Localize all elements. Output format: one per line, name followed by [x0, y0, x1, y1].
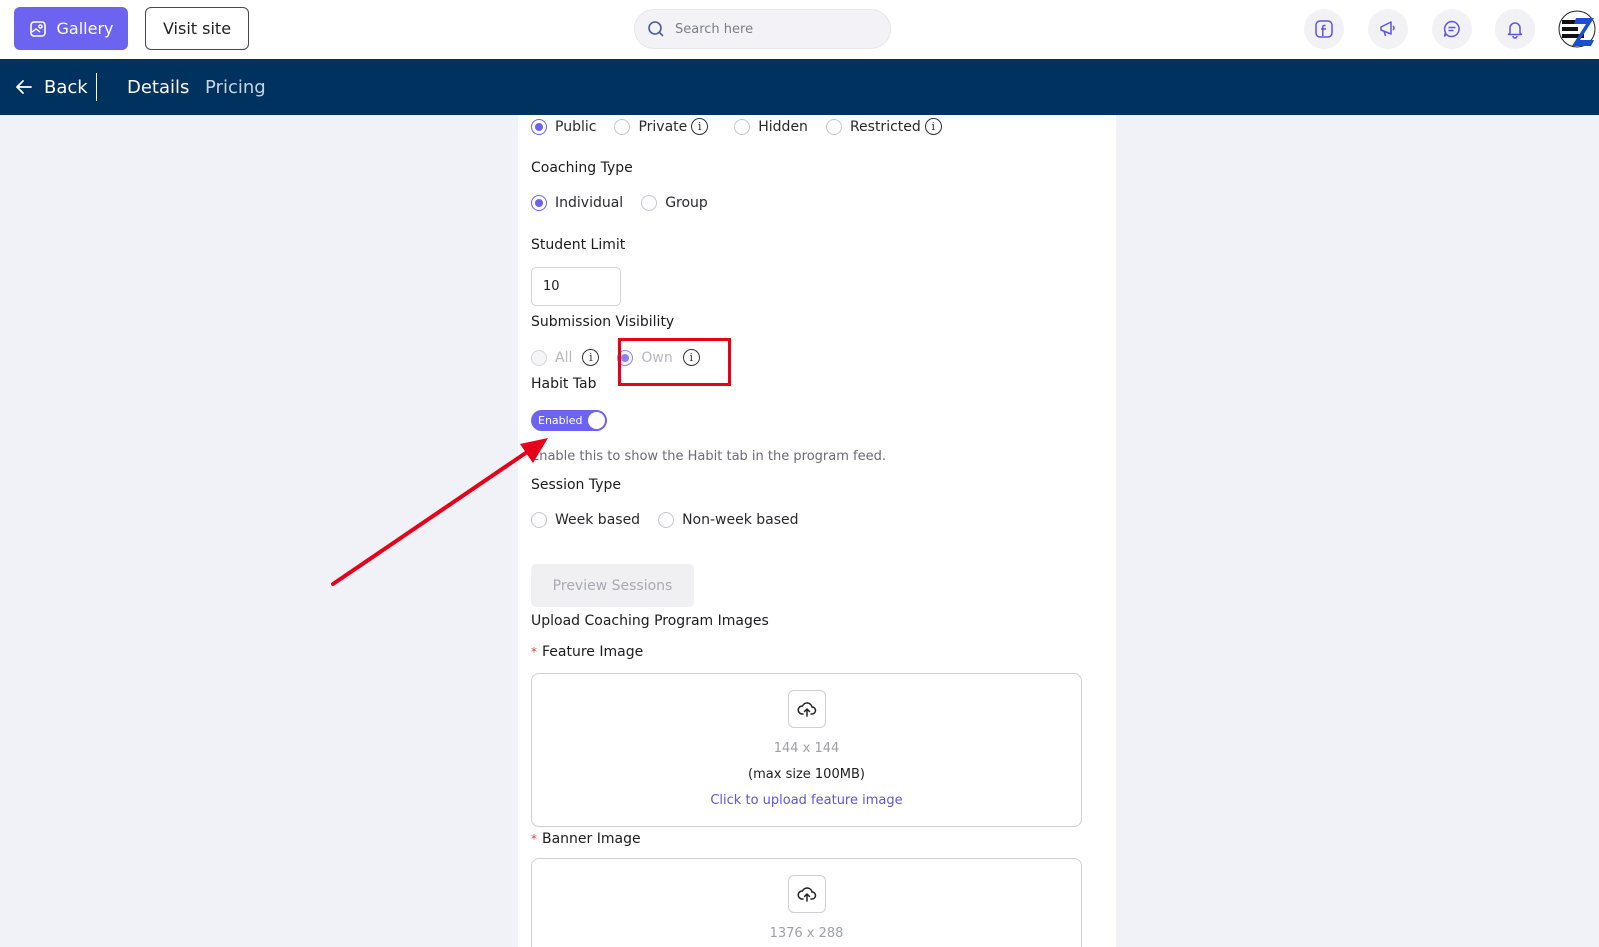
- radio-private[interactable]: [614, 118, 631, 135]
- habit-tab-label: Habit Tab: [531, 376, 597, 392]
- radio-individual[interactable]: [531, 195, 547, 211]
- radio-hidden[interactable]: [734, 118, 751, 135]
- tab-details[interactable]: Details: [127, 59, 189, 115]
- feature-image-label: * Feature Image: [531, 644, 643, 660]
- announcement-button[interactable]: [1368, 9, 1408, 49]
- gallery-button-label: Gallery: [56, 19, 114, 38]
- back-button[interactable]: Back: [14, 59, 88, 115]
- upload-feature-image-link[interactable]: Click to upload feature image: [710, 793, 902, 808]
- session-option-week-based[interactable]: Week based: [531, 512, 640, 528]
- back-label: Back: [44, 76, 88, 98]
- habit-tab-toggle[interactable]: Enabled: [531, 410, 607, 431]
- radio-restricted[interactable]: [825, 118, 842, 135]
- coaching-option-individual[interactable]: Individual: [531, 195, 623, 211]
- radio-non-week-based[interactable]: [658, 512, 675, 528]
- bell-icon: [1507, 22, 1523, 39]
- student-limit-input[interactable]: [531, 267, 621, 306]
- coaching-option-group[interactable]: Group: [641, 195, 708, 211]
- cloud-upload-icon: [797, 702, 816, 717]
- annotation-highlight-box: [618, 338, 731, 386]
- info-icon[interactable]: i: [691, 118, 709, 135]
- visibility-option-hidden[interactable]: Hidden: [734, 118, 808, 135]
- coaching-type-label: Coaching Type: [531, 160, 633, 176]
- submission-visibility-label: Submission Visibility: [531, 314, 675, 330]
- required-mark: *: [531, 832, 537, 846]
- banner-image-dimensions: 1376 x 288: [769, 926, 844, 941]
- search-icon: [648, 21, 664, 37]
- option-label: All: [555, 349, 573, 366]
- coaching-type-radio-group: Individual Group: [531, 195, 726, 211]
- upload-button[interactable]: [787, 690, 826, 728]
- gallery-icon: [29, 20, 46, 37]
- visit-site-label: Visit site: [162, 19, 232, 38]
- radio-week-based[interactable]: [531, 512, 547, 528]
- visibility-radio-group: Public Private i Hidden Restricted i: [531, 118, 960, 135]
- submission-option-all[interactable]: All i: [531, 349, 600, 366]
- chat-icon: [1443, 20, 1460, 38]
- brand-logo-icon: [1558, 10, 1596, 48]
- banner-image-label: * Banner Image: [531, 831, 641, 847]
- feature-image-dimensions: 144 x 144: [773, 741, 840, 756]
- required-mark: *: [531, 645, 537, 659]
- option-label: Public: [555, 118, 597, 135]
- avatar[interactable]: [1558, 9, 1596, 49]
- option-label: Hidden: [758, 118, 808, 135]
- sub-nav-bar: Back Details Pricing: [0, 59, 1599, 115]
- facebook-icon: [1315, 20, 1333, 38]
- radio-public[interactable]: [531, 118, 547, 135]
- session-option-non-week-based[interactable]: Non-week based: [658, 512, 799, 528]
- radio-group[interactable]: [641, 195, 658, 211]
- student-limit-label: Student Limit: [531, 237, 626, 253]
- upload-button[interactable]: [787, 875, 826, 913]
- tab-pricing[interactable]: Pricing: [205, 59, 266, 115]
- search-input[interactable]: [675, 21, 855, 37]
- upload-section-label: Upload Coaching Program Images: [531, 613, 769, 629]
- habit-tab-help-text: Enable this to show the Habit tab in the…: [531, 449, 886, 464]
- feature-image-dropzone[interactable]: 144 x 144 (max size 100MB) Click to uplo…: [531, 673, 1082, 827]
- nav-divider: [96, 73, 97, 101]
- arrow-left-icon: [16, 80, 32, 94]
- toggle-label: Enabled: [538, 414, 583, 427]
- banner-image-label-text: Banner Image: [542, 831, 641, 847]
- visibility-option-restricted[interactable]: Restricted i: [825, 118, 942, 135]
- radio-all[interactable]: [531, 349, 547, 366]
- option-label: Week based: [555, 512, 641, 528]
- preview-sessions-button[interactable]: Preview Sessions: [531, 564, 694, 607]
- option-label: Non-week based: [682, 512, 799, 528]
- option-label: Individual: [555, 195, 624, 211]
- gallery-button[interactable]: Gallery: [14, 7, 128, 50]
- messages-button[interactable]: [1432, 9, 1472, 49]
- cloud-upload-icon: [797, 887, 816, 902]
- notifications-button[interactable]: [1495, 9, 1535, 49]
- visibility-option-public[interactable]: Public: [531, 118, 597, 135]
- toggle-knob: [588, 412, 605, 429]
- option-label: Group: [665, 195, 708, 211]
- banner-image-dropzone[interactable]: 1376 x 288: [531, 858, 1082, 947]
- session-type-radio-group: Week based Non-week based: [531, 512, 817, 528]
- visit-site-button[interactable]: Visit site: [145, 7, 249, 50]
- search-bar[interactable]: [634, 9, 891, 49]
- info-icon[interactable]: i: [582, 349, 600, 366]
- form-card: Public Private i Hidden Restricted i Coach…: [518, 115, 1116, 947]
- feature-image-max-size: (max size 100MB): [748, 767, 865, 782]
- info-icon[interactable]: i: [924, 118, 942, 135]
- feature-image-label-text: Feature Image: [542, 644, 644, 660]
- option-label: Private: [638, 118, 688, 135]
- option-label: Restricted: [849, 118, 921, 135]
- megaphone-icon: [1380, 21, 1395, 37]
- facebook-button[interactable]: [1304, 9, 1344, 49]
- session-type-label: Session Type: [531, 477, 622, 493]
- visibility-option-private[interactable]: Private i: [614, 118, 709, 135]
- top-bar: Gallery Visit site: [0, 0, 1599, 59]
